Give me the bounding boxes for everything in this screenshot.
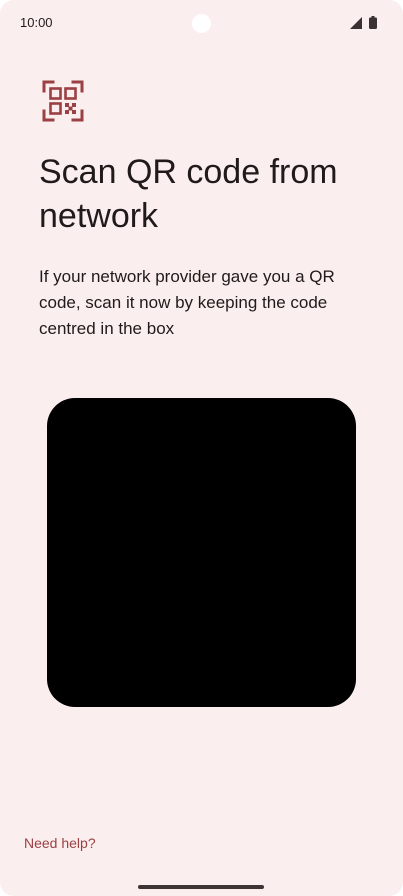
camera-cutout bbox=[192, 14, 211, 33]
need-help-link[interactable]: Need help? bbox=[24, 835, 96, 851]
battery-icon bbox=[369, 16, 377, 29]
signal-icon bbox=[350, 16, 362, 29]
camera-viewfinder[interactable] bbox=[47, 398, 356, 707]
page-description: If your network provider gave you a QR c… bbox=[39, 267, 335, 338]
page-title: Scan QR code from network bbox=[39, 153, 338, 235]
status-bar: 10:00 bbox=[0, 0, 403, 46]
gesture-navigation-handle[interactable] bbox=[138, 885, 264, 889]
status-time: 10:00 bbox=[20, 15, 53, 30]
status-icons bbox=[350, 16, 377, 29]
qr-code-scanner-icon bbox=[42, 80, 84, 122]
screen: 10:00 Scan QR code from network If your … bbox=[0, 0, 403, 896]
